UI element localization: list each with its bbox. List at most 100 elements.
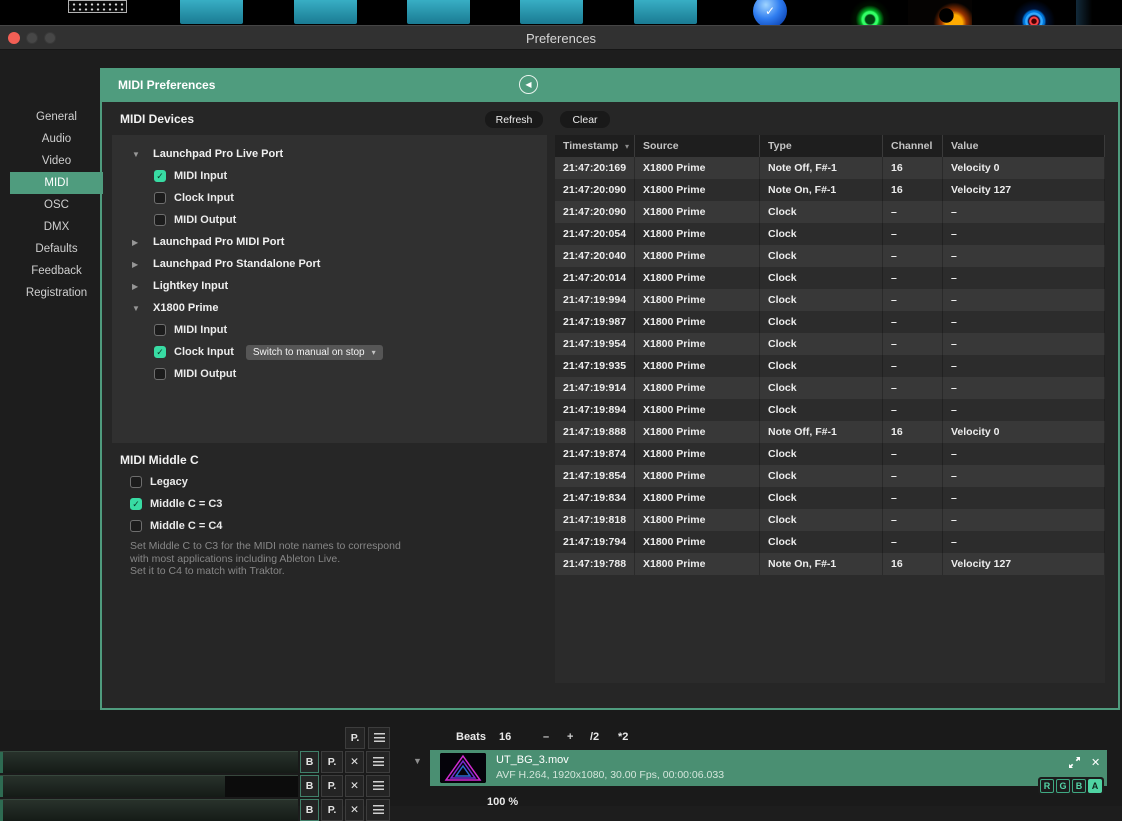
table-row[interactable]: 21:47:19:794X1800 PrimeClock––	[555, 531, 1105, 553]
layer-bypass-button[interactable]: B	[300, 775, 319, 797]
clip-thumbnail-teal-2[interactable]	[294, 0, 357, 24]
table-row[interactable]: 21:47:19:788X1800 PrimeNote On, F#-116Ve…	[555, 553, 1105, 575]
checkbox[interactable]	[130, 476, 142, 488]
table-row[interactable]: 21:47:19:994X1800 PrimeClock––	[555, 289, 1105, 311]
layer-fader[interactable]	[0, 751, 298, 773]
layer-p-button[interactable]: P.	[321, 775, 343, 797]
clip-thumbnail-teal-5[interactable]	[634, 0, 697, 24]
beats-decrement-button[interactable]: –	[543, 731, 549, 743]
disclosure-triangle-icon[interactable]: ▼	[132, 304, 153, 313]
checkbox[interactable]	[130, 520, 142, 532]
layer-p-button[interactable]: P.	[345, 727, 365, 749]
table-row[interactable]: 21:47:19:834X1800 PrimeClock––	[555, 487, 1105, 509]
layer-fader[interactable]	[0, 799, 298, 821]
clock-input-mode-dropdown[interactable]: Switch to manual on stop▾	[246, 345, 383, 360]
checkbox[interactable]: ✓	[130, 498, 142, 510]
back-button[interactable]: ◀	[519, 75, 538, 94]
table-row[interactable]: 21:47:19:818X1800 PrimeClock––	[555, 509, 1105, 531]
layer-menu-button[interactable]	[366, 799, 390, 821]
disclosure-triangle-icon[interactable]: ▶	[132, 260, 153, 269]
sidebar-item-feedback[interactable]: Feedback	[10, 260, 103, 282]
sidebar-item-dmx[interactable]: DMX	[10, 216, 103, 238]
clip-close-button[interactable]: ✕	[1091, 756, 1100, 769]
layer-x-button[interactable]: ✕	[345, 775, 364, 797]
clip-thumbnail-teal-3[interactable]	[407, 0, 470, 24]
clip-preview-thumbnail[interactable]	[440, 753, 486, 783]
refresh-button[interactable]: Refresh	[485, 111, 543, 128]
table-row[interactable]: 21:47:20:169X1800 PrimeNote Off, F#-116V…	[555, 157, 1105, 179]
clip-thumbnail-led-grid[interactable]	[68, 0, 127, 13]
sidebar-item-midi[interactable]: MIDI	[10, 172, 103, 194]
beats-value[interactable]: 16	[499, 731, 511, 743]
layer-p-button[interactable]: P.	[321, 751, 343, 773]
layer-menu-button[interactable]	[366, 775, 390, 797]
table-row[interactable]: 21:47:19:954X1800 PrimeClock––	[555, 333, 1105, 355]
table-row[interactable]: 21:47:19:987X1800 PrimeClock––	[555, 311, 1105, 333]
clip-thumbnail-blue-ring[interactable]	[1002, 0, 1066, 25]
checkbox[interactable]: ✓	[154, 346, 166, 358]
clip-info-bar[interactable]: UT_BG_3.mov AVF H.264, 1920x1080, 30.00 …	[430, 750, 1107, 786]
column-header-channel[interactable]: Channel	[883, 135, 943, 157]
table-row[interactable]: 21:47:19:874X1800 PrimeClock––	[555, 443, 1105, 465]
table-row[interactable]: 21:47:19:914X1800 PrimeClock––	[555, 377, 1105, 399]
device-group-row[interactable]: ▶Launchpad Pro MIDI Port	[112, 231, 547, 253]
table-row[interactable]: 21:47:19:888X1800 PrimeNote Off, F#-116V…	[555, 421, 1105, 443]
layer-menu-button[interactable]	[366, 751, 390, 773]
checkbox[interactable]	[154, 214, 166, 226]
collapse-triangle-icon[interactable]: ▼	[413, 756, 422, 766]
checkbox[interactable]	[154, 368, 166, 380]
clip-expand-button[interactable]	[1068, 756, 1081, 774]
disclosure-triangle-icon[interactable]: ▼	[132, 150, 153, 159]
channel-r-button[interactable]: R	[1040, 779, 1054, 793]
device-group-row[interactable]: ▼X1800 Prime	[112, 297, 547, 319]
beats-half-button[interactable]: /2	[590, 731, 599, 743]
layer-fader[interactable]	[0, 775, 298, 797]
table-row[interactable]: 21:47:19:894X1800 PrimeClock––	[555, 399, 1105, 421]
layer-x-button[interactable]: ✕	[345, 799, 364, 821]
disclosure-triangle-icon[interactable]: ▶	[132, 238, 153, 247]
table-cell: X1800 Prime	[635, 443, 760, 465]
checkbox[interactable]	[154, 192, 166, 204]
checkbox[interactable]	[154, 324, 166, 336]
layer-bypass-button[interactable]: B	[300, 751, 319, 773]
column-header-type[interactable]: Type	[760, 135, 883, 157]
clip-thumbnail-partial[interactable]	[1076, 0, 1122, 25]
disclosure-triangle-icon[interactable]: ▶	[132, 282, 153, 291]
table-row[interactable]: 21:47:20:040X1800 PrimeClock––	[555, 245, 1105, 267]
channel-a-button[interactable]: A	[1088, 779, 1102, 793]
table-row[interactable]: 21:47:20:014X1800 PrimeClock––	[555, 267, 1105, 289]
sidebar-item-osc[interactable]: OSC	[10, 194, 103, 216]
device-group-row[interactable]: ▼Launchpad Pro Live Port	[112, 143, 547, 165]
device-group-row[interactable]: ▶Launchpad Pro Standalone Port	[112, 253, 547, 275]
layer-menu-button[interactable]	[368, 727, 390, 749]
channel-b-button[interactable]: B	[1072, 779, 1086, 793]
sidebar-item-video[interactable]: Video	[10, 150, 103, 172]
clip-thumbnail-orange-crescent[interactable]	[908, 0, 972, 25]
clip-thumbnail-teal-1[interactable]	[180, 0, 243, 24]
layer-bypass-button[interactable]: B	[300, 799, 319, 821]
sidebar-item-general[interactable]: General	[10, 106, 103, 128]
beats-double-button[interactable]: *2	[618, 731, 628, 743]
channel-g-button[interactable]: G	[1056, 779, 1070, 793]
checkbox[interactable]: ✓	[154, 170, 166, 182]
table-row[interactable]: 21:47:20:090X1800 PrimeClock––	[555, 201, 1105, 223]
sidebar-item-audio[interactable]: Audio	[10, 128, 103, 150]
device-group-row[interactable]: ▶Lightkey Input	[112, 275, 547, 297]
table-row[interactable]: 21:47:19:935X1800 PrimeClock––	[555, 355, 1105, 377]
sidebar-item-defaults[interactable]: Defaults	[10, 238, 103, 260]
column-header-value[interactable]: Value	[943, 135, 1105, 157]
table-cell: 21:47:20:014	[555, 267, 635, 289]
beats-increment-button[interactable]: +	[567, 731, 573, 743]
layer-x-button[interactable]: ✕	[345, 751, 364, 773]
sidebar-item-registration[interactable]: Registration	[10, 282, 103, 304]
layer-p-button[interactable]: P.	[321, 799, 343, 821]
table-row[interactable]: 21:47:20:054X1800 PrimeClock––	[555, 223, 1105, 245]
table-row[interactable]: 21:47:20:090X1800 PrimeNote On, F#-116Ve…	[555, 179, 1105, 201]
blue-badge-icon[interactable]: ✓	[753, 0, 787, 28]
column-header-source[interactable]: Source	[635, 135, 760, 157]
table-row[interactable]: 21:47:19:854X1800 PrimeClock––	[555, 465, 1105, 487]
clip-thumbnail-green-ring[interactable]	[838, 0, 902, 25]
clear-button[interactable]: Clear	[560, 111, 610, 128]
clip-thumbnail-teal-4[interactable]	[520, 0, 583, 24]
column-header-timestamp[interactable]: Timestamp ▾	[555, 135, 635, 157]
